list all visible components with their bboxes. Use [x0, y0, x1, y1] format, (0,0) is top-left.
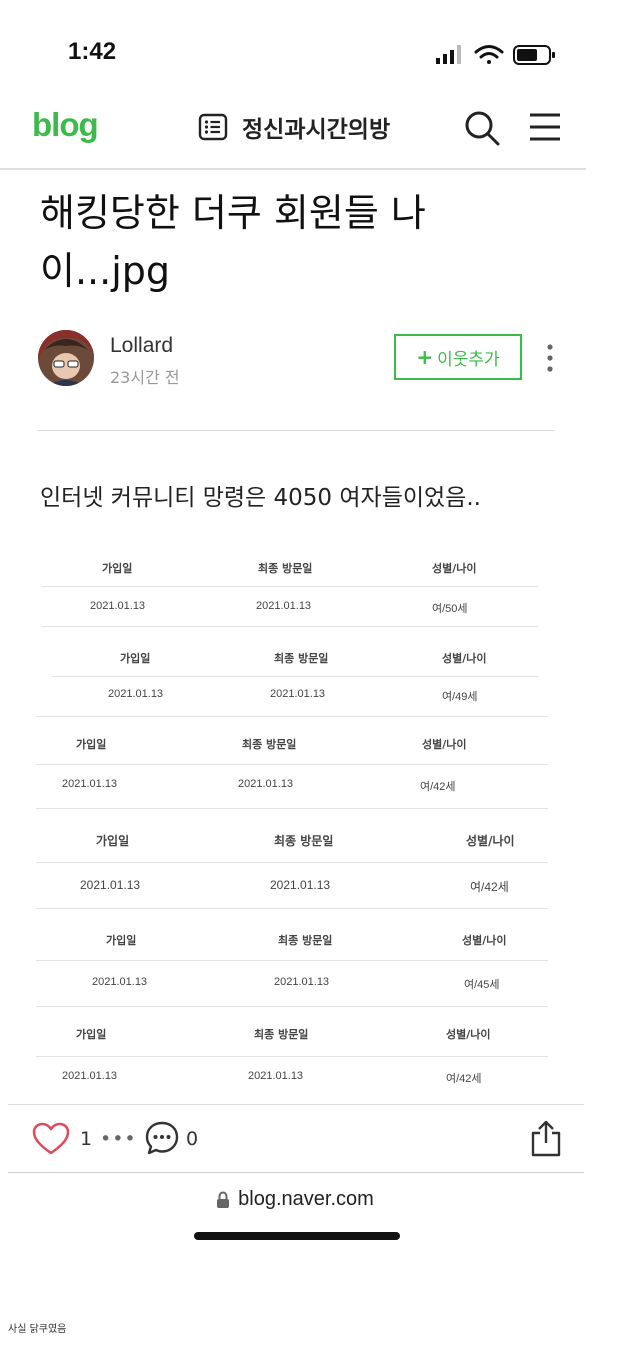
gender-age-value: 여/42세 — [470, 880, 509, 894]
comment-count: 0 — [186, 1128, 199, 1150]
phone-screen: 1:42 blog 정신과시간의방 해킹당한 더쿠 회원들 나 이...jpg … — [0, 0, 590, 1260]
blog-name: 정신과시간의방 — [242, 117, 391, 143]
member-info-block: 가입일 최종 방문일 성별/나이 2021.01.13 2021.01.13 여… — [36, 540, 548, 630]
caption-text: 사실 닭쿠였음 — [8, 1324, 67, 1335]
table-divider — [36, 1056, 548, 1057]
join-date-header: 가입일 — [96, 834, 130, 848]
search-icon[interactable] — [464, 110, 500, 146]
last-visit-value: 2021.01.13 — [238, 778, 294, 790]
join-date-value: 2021.01.13 — [92, 976, 148, 988]
more-options-icon[interactable] — [540, 342, 560, 374]
like-more-button[interactable]: ••• — [100, 1128, 137, 1150]
gender-age-header: 성별/나이 — [422, 738, 467, 751]
status-icons — [436, 45, 555, 65]
join-date-value: 2021.01.13 — [62, 1070, 118, 1082]
divider — [8, 1104, 584, 1105]
join-date-value: 2021.01.13 — [80, 878, 141, 892]
last-visit-header: 최종 방문일 — [278, 934, 333, 947]
last-visit-value: 2021.01.13 — [248, 1070, 304, 1082]
address-bar[interactable]: blog.naver.com — [0, 1188, 590, 1211]
member-info-image: 가입일 최종 방문일 성별/나이 2021.01.13 2021.01.13 여… — [36, 540, 548, 1100]
member-info-block: 가입일 최종 방문일 성별/나이 2021.01.13 2021.01.13 여… — [36, 1006, 548, 1100]
add-neighbor-label: 이웃추가 — [437, 349, 500, 370]
post-title-line-1: 해킹당한 더쿠 회원들 나 — [40, 191, 426, 235]
battery-icon — [513, 45, 555, 65]
divider — [8, 1172, 584, 1173]
divider — [38, 430, 554, 431]
blog-header: blog 정신과시간의방 — [0, 96, 586, 170]
table-divider — [36, 908, 548, 909]
last-visit-header: 최종 방문일 — [258, 562, 313, 575]
gender-age-value: 여/42세 — [446, 1073, 482, 1085]
author-name[interactable]: Lollard — [110, 334, 173, 358]
heart-icon[interactable] — [32, 1122, 70, 1156]
table-divider — [36, 764, 548, 765]
member-info-block: 가입일 최종 방문일 성별/나이 2021.01.13 2021.01.13 여… — [36, 632, 548, 714]
member-info-block: 가입일 최종 방문일 성별/나이 2021.01.13 2021.01.13 여… — [36, 808, 548, 906]
last-visit-header: 최종 방문일 — [242, 738, 297, 751]
join-date-value: 2021.01.13 — [90, 600, 146, 612]
status-time: 1:42 — [68, 38, 117, 65]
table-divider — [42, 626, 538, 627]
last-visit-value: 2021.01.13 — [274, 976, 330, 988]
lock-icon — [217, 1190, 230, 1208]
post-title-line-2: 이...jpg — [40, 249, 170, 293]
list-icon — [198, 113, 228, 141]
menu-icon[interactable] — [528, 112, 562, 142]
table-divider — [36, 808, 548, 809]
wifi-icon — [474, 45, 504, 64]
blog-name-button[interactable]: 정신과시간의방 — [198, 110, 390, 144]
table-divider — [36, 862, 548, 863]
table-divider — [36, 1006, 548, 1007]
gender-age-header: 성별/나이 — [446, 1028, 491, 1041]
join-date-header: 가입일 — [76, 738, 107, 751]
join-date-header: 가입일 — [102, 562, 133, 575]
join-date-header: 가입일 — [76, 1028, 107, 1041]
plus-icon: + — [416, 345, 434, 369]
table-divider — [52, 676, 538, 677]
last-visit-value: 2021.01.13 — [270, 878, 331, 892]
gender-age-header: 성별/나이 — [466, 834, 515, 848]
blog-logo[interactable]: blog — [32, 106, 99, 144]
url-text: blog.naver.com — [238, 1188, 374, 1210]
gender-age-header: 성별/나이 — [462, 934, 507, 947]
home-indicator[interactable] — [194, 1232, 400, 1240]
last-visit-header: 최종 방문일 — [274, 652, 329, 665]
add-neighbor-button[interactable]: + 이웃추가 — [394, 334, 522, 380]
signal-icon — [436, 45, 461, 64]
gender-age-value: 여/45세 — [464, 979, 500, 991]
comment-icon[interactable] — [144, 1120, 180, 1156]
post-timestamp: 23시간 전 — [110, 368, 180, 387]
gender-age-value: 여/49세 — [442, 691, 478, 703]
post-title: 해킹당한 더쿠 회원들 나 이...jpg — [40, 184, 550, 300]
gender-age-header: 성별/나이 — [432, 562, 477, 575]
member-info-block: 가입일 최종 방문일 성별/나이 2021.01.13 2021.01.13 여… — [36, 908, 548, 1004]
gender-age-value: 여/42세 — [420, 781, 456, 793]
last-visit-header: 최종 방문일 — [254, 1028, 309, 1041]
last-visit-header: 최종 방문일 — [274, 834, 334, 848]
like-count: 1 — [80, 1128, 93, 1150]
gender-age-value: 여/50세 — [432, 603, 468, 615]
post-body-text: 인터넷 커뮤니티 망령은 4050 여자들이었음.. — [40, 485, 481, 511]
join-date-header: 가입일 — [106, 934, 137, 947]
gender-age-header: 성별/나이 — [442, 652, 487, 665]
join-date-header: 가입일 — [120, 652, 151, 665]
table-divider — [42, 586, 538, 587]
table-divider — [36, 960, 548, 961]
last-visit-value: 2021.01.13 — [270, 688, 326, 700]
join-date-value: 2021.01.13 — [62, 778, 118, 790]
avatar[interactable] — [38, 330, 94, 386]
share-icon[interactable] — [530, 1120, 562, 1158]
join-date-value: 2021.01.13 — [108, 688, 164, 700]
last-visit-value: 2021.01.13 — [256, 600, 312, 612]
table-divider — [36, 716, 548, 717]
avatar-image — [38, 330, 94, 386]
member-info-block: 가입일 최종 방문일 성별/나이 2021.01.13 2021.01.13 여… — [36, 716, 548, 806]
